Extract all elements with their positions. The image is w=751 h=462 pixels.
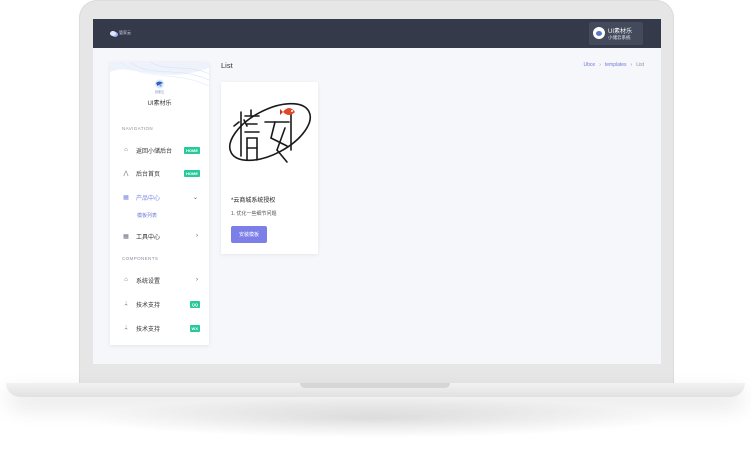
topbar-logo[interactable]: 管家云 (110, 30, 131, 36)
grid-icon: ▦ (123, 233, 129, 240)
sidebar-item-support-wx[interactable]: ᛦ 技术支持 WX (122, 322, 200, 334)
sidebar-item-label: 产品中心 (136, 195, 161, 202)
decorative-fish-icon (280, 108, 295, 115)
topbar-logo-text: 管家云 (119, 30, 131, 35)
brand-logo-icon (155, 79, 164, 89)
home-badge: HOME (184, 169, 200, 177)
chevron-right-icon: › (196, 233, 198, 239)
laptop-shadow (80, 398, 670, 438)
sidebar-item-label: 技术支持 (136, 302, 161, 309)
section-navigation: NAVIGATION (122, 126, 154, 131)
card-description: 1. 优化一些细节问题 (231, 211, 277, 217)
breadcrumb-link-templates[interactable]: templates (605, 62, 627, 68)
sidebar-item-label: 返回小储后台 (136, 148, 173, 155)
wx-badge: WX (189, 324, 200, 332)
chart-icon: ⋀ (123, 170, 129, 177)
avatar (593, 27, 605, 39)
qq-badge: QQ (189, 300, 200, 308)
chevron-right-icon: › (196, 277, 198, 283)
install-template-button[interactable]: 安装模板 (231, 226, 267, 243)
template-thumbnail (229, 102, 311, 163)
sidebar-item-label: 工具中心 (136, 234, 161, 241)
settings-icon: ⌂ (124, 277, 128, 283)
home-icon: ⌂ (124, 147, 128, 153)
sidebar-item-tools[interactable]: ▦ 工具中心 › (122, 230, 200, 242)
sidebar-subitem-template-list[interactable]: 模板列表 (137, 212, 157, 219)
sidebar-item-label: 技术支持 (136, 326, 161, 333)
chevron-down-icon: ⌄ (192, 194, 198, 201)
breadcrumb-link-ubox[interactable]: Ubox (584, 62, 596, 68)
sidebar-item-label: 后台首页 (136, 171, 161, 178)
grid-icon: ▦ (123, 194, 129, 201)
breadcrumb-current: List (636, 62, 644, 68)
sidebar-item-support-qq[interactable]: ᛦ 技术支持 QQ (122, 298, 200, 310)
page-title: List (221, 61, 233, 70)
brand-name: UI素材乐 (147, 101, 172, 107)
breadcrumb-separator: › (630, 62, 633, 68)
sidebar: 管家云 UI素材乐 NAVIGATION ⌂ 返回小储后台 HOME ⋀ 后台首… (110, 62, 209, 345)
logo-icon (110, 30, 116, 36)
sidebar-item-products[interactable]: ▦ 产品中心 ⌄ (122, 191, 200, 203)
user-name: UI素材乐 (608, 29, 633, 35)
app-screen: 管家云 UI素材乐 小储云系统 管家云 UI素材乐 NAVIGATION ⌂ 返… (93, 19, 661, 364)
support-icon: ᛦ (124, 325, 128, 331)
sidebar-item-label: 系统设置 (136, 278, 161, 285)
card-title: *云商城系统授权 (231, 198, 276, 204)
home-badge: HOME (184, 146, 200, 154)
sidebar-item-dashboard[interactable]: ⋀ 后台首页 HOME (122, 167, 200, 179)
support-icon: ᛦ (124, 301, 128, 307)
brand-logo-text: 管家云 (154, 90, 164, 94)
user-menu[interactable]: UI素材乐 小储云系统 (589, 22, 643, 45)
top-navbar: 管家云 UI素材乐 小储云系统 (93, 19, 661, 48)
laptop-notch (300, 383, 450, 388)
sidebar-item-settings[interactable]: ⌂ 系统设置 › (122, 274, 200, 286)
sidebar-item-back-admin[interactable]: ⌂ 返回小储后台 HOME (122, 144, 200, 156)
breadcrumb-separator: › (599, 62, 601, 68)
section-components: COMPONENTS (122, 256, 159, 261)
template-card: *云商城系统授权 1. 优化一些细节问题 安装模板 (221, 82, 318, 254)
breadcrumb: Ubox › templates › List (584, 62, 645, 68)
user-subtitle: 小储云系统 (608, 35, 631, 40)
